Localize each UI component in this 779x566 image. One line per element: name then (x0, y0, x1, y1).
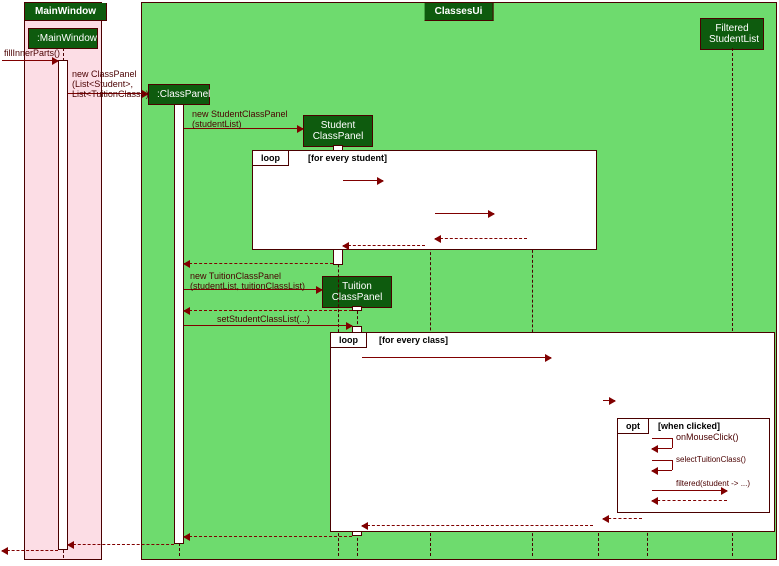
arrow-fillinnerparts (2, 60, 58, 61)
participant-filtered-studentlist: Filtered StudentList (700, 18, 764, 50)
guard-class: [for every class] (379, 335, 448, 345)
arrow-selecttuitionclass-out (652, 460, 672, 461)
arrow-create-studentlist-cell (343, 180, 383, 181)
msg-setstudentclasslist: setStudentClassList(...) (217, 314, 310, 324)
arrow-onmouseclick-v (672, 438, 673, 448)
arrow-return-tcc-cell (603, 518, 642, 519)
arrow-return-filtered (652, 500, 727, 501)
guard-click: [when clicked] (658, 421, 720, 431)
arrow-return-cell-scp (343, 245, 425, 246)
arrow-return-mw-ext (2, 550, 58, 551)
arrow-return-card-cell (435, 238, 527, 239)
arrow-filtered (652, 490, 727, 491)
msg-onmouseclick: onMouseClick() (676, 432, 739, 442)
arrow-onmouseclick-out (652, 438, 672, 439)
msg-selecttuitionclass: selectTuitionClass() (676, 455, 746, 464)
arrow-return-tcp-cp1 (184, 310, 352, 311)
participant-mainwindow: :MainWindow (28, 28, 98, 49)
arrow-onmouseclick-in (652, 448, 672, 449)
guard-student: [for every student] (308, 153, 387, 163)
activation-tuition-classpanel-1 (352, 306, 362, 311)
msg-fillinnerparts: fillInnerParts() (4, 48, 60, 58)
arrow-return-tcp-cp2 (184, 536, 352, 537)
classesui-frame-label: ClassesUi (425, 3, 494, 21)
arrow-selecttuitionclass-v (672, 460, 673, 470)
participant-classpanel: :ClassPanel (148, 84, 210, 105)
msg-filtered: filtered(student -> ...) (676, 479, 750, 488)
activation-mainwindow (58, 60, 68, 550)
arrow-selecttuitionclass-in (652, 470, 672, 471)
arrow-create-tuition-classcard (603, 400, 615, 401)
loop-student-label: loop (253, 151, 289, 166)
mainwindow-frame-label: MainWindow (25, 3, 107, 21)
msg-newclasspanel: new ClassPanel (List<Student>, List<Tuit… (72, 70, 149, 100)
arrow-setstudentclasslist (184, 325, 352, 326)
loop-class-label: loop (331, 333, 367, 348)
arrow-return-cell-tcp (362, 525, 593, 526)
opt-click-label: opt (618, 419, 649, 434)
arrow-return-scp-cp (184, 263, 333, 264)
arrow-create-tuition-cell (362, 357, 551, 358)
arrow-create-student-classtabcard (435, 213, 494, 214)
arrow-return-cp-mw (68, 544, 174, 545)
participant-student-classpanel: Student ClassPanel (303, 115, 373, 147)
msg-newstudentclasspanel: new StudentClassPanel (studentList) (192, 110, 288, 130)
msg-newtuitionclasspanel: new TuitionClassPanel (studentList, tuit… (190, 272, 305, 292)
activation-classpanel (174, 104, 184, 544)
loop-student-frame: loop [for every student] (252, 150, 597, 250)
participant-tuition-classpanel: Tuition ClassPanel (322, 276, 392, 308)
